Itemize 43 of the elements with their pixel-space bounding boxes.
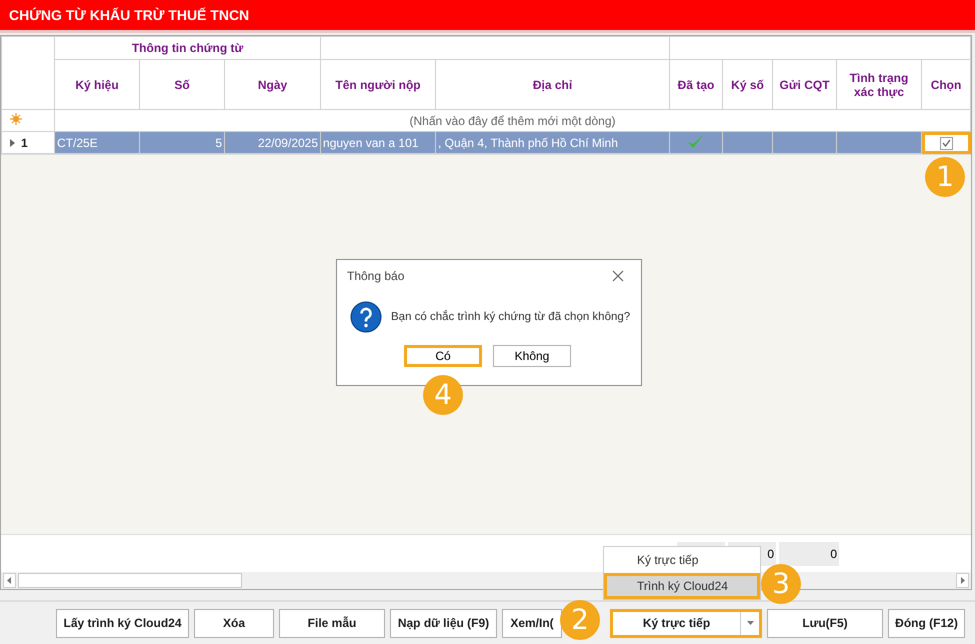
dropdown-arrow-icon[interactable]: [746, 621, 754, 625]
dialog-button[interactable]: Có: [404, 345, 482, 367]
action-button[interactable]: Lấy trình ký Cloud24: [56, 608, 189, 638]
column-header[interactable]: Chọn: [922, 60, 971, 110]
column-header[interactable]: Tình trạng xác thực: [836, 60, 922, 110]
column-header[interactable]: Số: [140, 60, 224, 110]
new-row-icon: [10, 112, 22, 124]
split-button-label[interactable]: Ký trực tiếp: [613, 616, 740, 630]
dialog-title: Thông báo: [347, 269, 404, 283]
column-group-header: Thông tin chứng từ: [54, 36, 321, 60]
action-button[interactable]: File mẫu: [279, 608, 385, 638]
summary-cell: 0: [779, 542, 839, 566]
split-button[interactable]: Ký trực tiếp: [610, 608, 762, 638]
dialog-message: Bạn có chắc trình ký chứng từ đã chọn không?: [391, 311, 630, 323]
menu-item[interactable]: Trình ký Cloud24: [604, 573, 760, 599]
dialog-button[interactable]: Không: [493, 345, 571, 367]
column-header[interactable]: Đã tạo: [670, 60, 723, 110]
table-cell: nguyen van a 101: [320, 132, 436, 154]
table-cell: CT/25E: [54, 132, 140, 154]
action-button[interactable]: Xóa: [194, 608, 274, 638]
action-button[interactable]: Nạp dữ liệu (F9): [390, 608, 497, 638]
column-header[interactable]: Tên người nộp: [320, 60, 436, 110]
row-number: 1: [21, 136, 28, 150]
column-header[interactable]: Ngày: [224, 60, 321, 110]
scroll-left-icon[interactable]: [3, 573, 16, 588]
table-cell: , Quận 4, Thành phố Hồ Chí Minh: [436, 132, 670, 154]
column-header[interactable]: Ký hiệu: [54, 60, 140, 110]
column-header[interactable]: Địa chỉ: [436, 60, 670, 110]
table-cell: 5: [140, 132, 224, 154]
action-button[interactable]: Đóng (F12): [888, 608, 965, 638]
row-pointer-icon: [10, 138, 15, 146]
question-icon: [350, 301, 382, 333]
window-title: CHỨNG TỪ KHẤU TRỪ THUẾ TNCN: [0, 0, 975, 33]
scroll-right-icon[interactable]: [956, 573, 969, 588]
action-button[interactable]: Xem/In(: [502, 608, 562, 638]
scrollbar-thumb[interactable]: [18, 573, 242, 588]
step-number-badge: 2: [560, 600, 600, 640]
column-header[interactable]: Ký số: [722, 60, 773, 110]
checkbox[interactable]: [940, 136, 953, 150]
column-header[interactable]: Gửi CQT: [772, 60, 837, 110]
table-cell: 22/09/2025: [224, 132, 321, 154]
action-button[interactable]: Lưu(F5): [767, 608, 883, 638]
close-icon[interactable]: [612, 270, 624, 282]
